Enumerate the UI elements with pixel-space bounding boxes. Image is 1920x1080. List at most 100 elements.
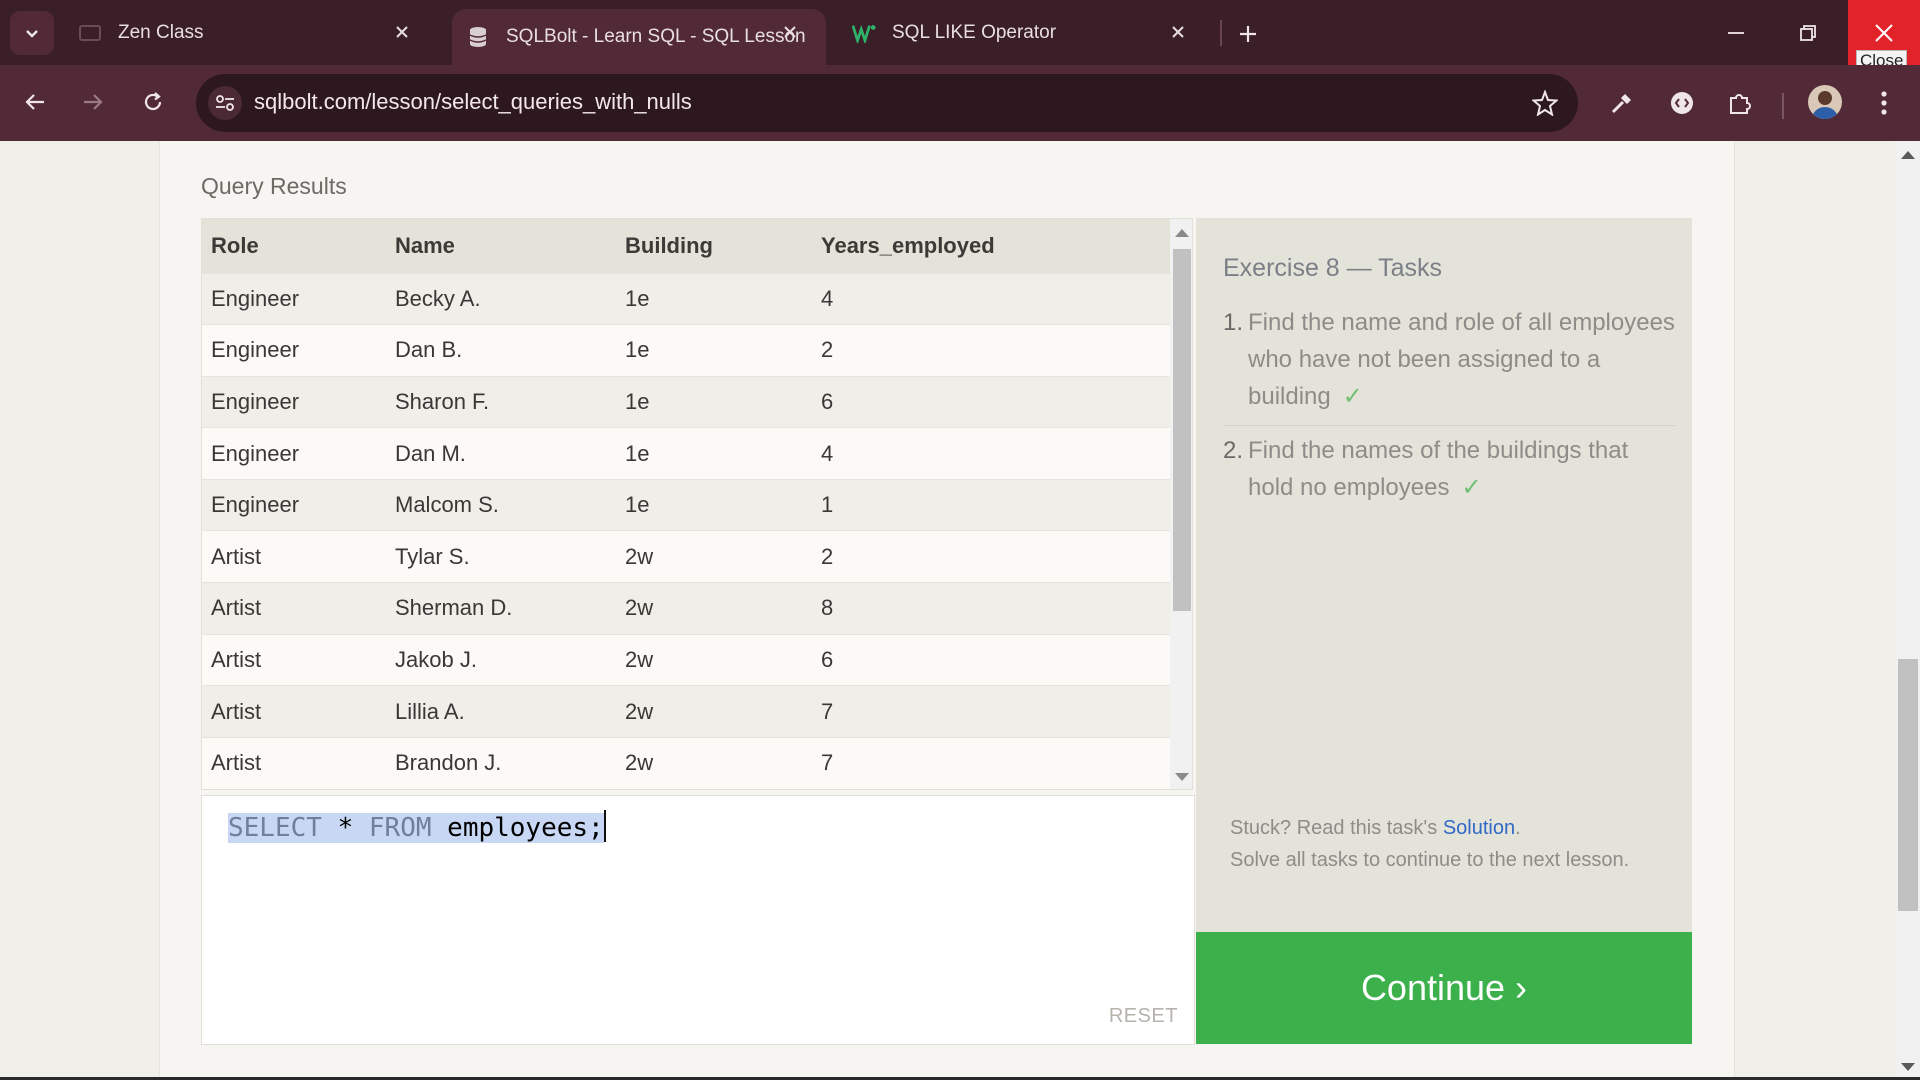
task-item: 1. Find the name and role of all employe… [1223,304,1676,426]
scrollbar-thumb[interactable] [1173,249,1191,611]
column-header: Name [386,219,616,273]
table-cell: Dan M. [386,427,616,480]
extension-icon [1671,92,1693,114]
close-tab-icon[interactable] [1166,20,1190,44]
table-cell: 2w [616,530,812,583]
tab-title: SQLBolt - Learn SQL - SQL Lesson [506,26,806,47]
back-button[interactable] [12,79,58,125]
table-cell: Artist [202,530,386,583]
table-row: Engineer Becky A. 1e 4 [202,272,1170,325]
forward-button[interactable] [70,79,116,125]
table-cell: Brandon J. [386,736,616,789]
table-cell: 2 [812,530,1170,583]
tab-sqlbolt[interactable]: SQLBolt - Learn SQL - SQL Lesson [452,9,826,65]
table-row: Engineer Dan M. 1e 4 [202,427,1170,480]
table-cell: 6 [812,375,1170,428]
table-cell: 1e [616,427,812,480]
table-cell: 2w [616,736,812,789]
close-icon [1875,23,1893,42]
minimize-button[interactable] [1704,0,1768,65]
chevron-down-icon [26,30,38,38]
table-cell: 1e [616,324,812,377]
task-number: 2. [1223,437,1244,464]
plus-icon [1240,26,1256,42]
table-cell: 7 [812,685,1170,738]
table-cell: Sharon F. [386,375,616,428]
table-row: Artist Lillia A. 2w 7 [202,685,1170,738]
site-info-icon [216,95,234,111]
tab-zen-class[interactable]: Zen Class [66,0,438,65]
tasks-title: Exercise 8 — Tasks [1223,254,1443,282]
table-row: Artist Sherman D. 2w 8 [202,582,1170,635]
url-text[interactable]: sqlbolt.com/lesson/select_queries_with_n… [254,89,692,115]
table-header-row: Role Name Building Years_employed [202,219,1170,273]
results-scrollbar[interactable] [1170,219,1192,789]
table-cell: Engineer [202,427,386,480]
page-scrollbar[interactable] [1895,141,1920,1077]
page-viewport: Query Results Role Name Building Years_e… [0,141,1895,1077]
close-tab-icon[interactable] [778,20,802,44]
help-prefix: Stuck? Read this task's [1230,817,1443,839]
table-cell: 1 [812,478,1170,531]
close-tab-icon[interactable] [390,20,414,44]
help-suffix: . [1515,817,1521,839]
new-tab-button[interactable] [1230,16,1266,52]
address-bar[interactable]: sqlbolt.com/lesson/select_queries_with_n… [196,74,1578,132]
column-header: Years_employed [812,219,1170,273]
table-cell: 1e [616,478,812,531]
reload-button[interactable] [130,79,176,125]
query-results-title: Query Results [201,173,347,199]
table-cell: 2 [812,324,1170,377]
reload-icon [144,92,162,111]
sql-code[interactable]: SELECT * FROM employees; [228,810,606,843]
task-text: Find the name and role of all employees … [1248,309,1675,410]
continue-button[interactable]: Continue › [1196,932,1692,1044]
tab-sql-like-operator[interactable]: SQL LIKE Operator [838,0,1214,65]
table-cell: 2w [616,685,812,738]
sql-token: * [321,813,369,843]
reset-button[interactable]: RESET [1109,1005,1178,1028]
kebab-menu-icon [1881,91,1887,115]
tab-title: Zen Class [118,21,204,43]
solution-link[interactable]: Solution [1443,817,1515,839]
restore-button[interactable] [1776,0,1840,65]
bookmark-button[interactable] [1530,88,1560,118]
eyedropper-extension-button[interactable] [1600,81,1644,125]
scroll-up-arrow-icon[interactable] [1175,229,1189,237]
code-extension-button[interactable] [1660,81,1704,125]
page-scrollbar-thumb[interactable] [1898,659,1918,911]
text-cursor [603,810,606,842]
scroll-down-arrow-icon[interactable] [1175,773,1189,781]
scroll-up-arrow-icon[interactable] [1901,151,1915,159]
task-text: Find the names of the buildings that hol… [1248,437,1629,501]
column-header: Building [616,219,812,273]
table-cell: Becky A. [386,272,616,325]
help-text: Stuck? Read this task's Solution. Solve … [1230,812,1650,876]
checkmark-icon: ✓ [1461,474,1482,501]
database-favicon-icon [466,25,490,49]
task-number: 1. [1223,309,1244,336]
browser-toolbar: sqlbolt.com/lesson/select_queries_with_n… [0,65,1920,141]
browser-menu-button[interactable] [1862,81,1906,125]
task-item: 2. Find the names of the buildings that … [1223,432,1676,506]
sql-keyword: SELECT [228,813,322,843]
query-results-table-panel: Role Name Building Years_employed Engine… [201,218,1193,790]
sql-token: employees; [431,813,604,843]
tab-list-button[interactable] [10,11,54,55]
table-cell: Artist [202,582,386,635]
extensions-button[interactable] [1718,81,1762,125]
sql-editor[interactable]: SELECT * FROM employees; RESET [201,795,1195,1045]
sql-keyword: FROM [368,813,432,843]
table-cell: Engineer [202,324,386,377]
table-cell: Artist [202,633,386,686]
profile-avatar[interactable] [1808,85,1842,119]
table-row: Engineer Dan B. 1e 2 [202,324,1170,377]
table-cell: Engineer [202,375,386,428]
table-cell: Dan B. [386,324,616,377]
scroll-down-arrow-icon[interactable] [1901,1063,1915,1071]
table-row: Engineer Sharon F. 1e 6 [202,375,1170,428]
site-info-button[interactable] [208,86,242,120]
puzzle-icon [1730,94,1751,114]
results-table: Role Name Building Years_employed Engine… [202,219,1170,789]
table-cell: Sherman D. [386,582,616,635]
